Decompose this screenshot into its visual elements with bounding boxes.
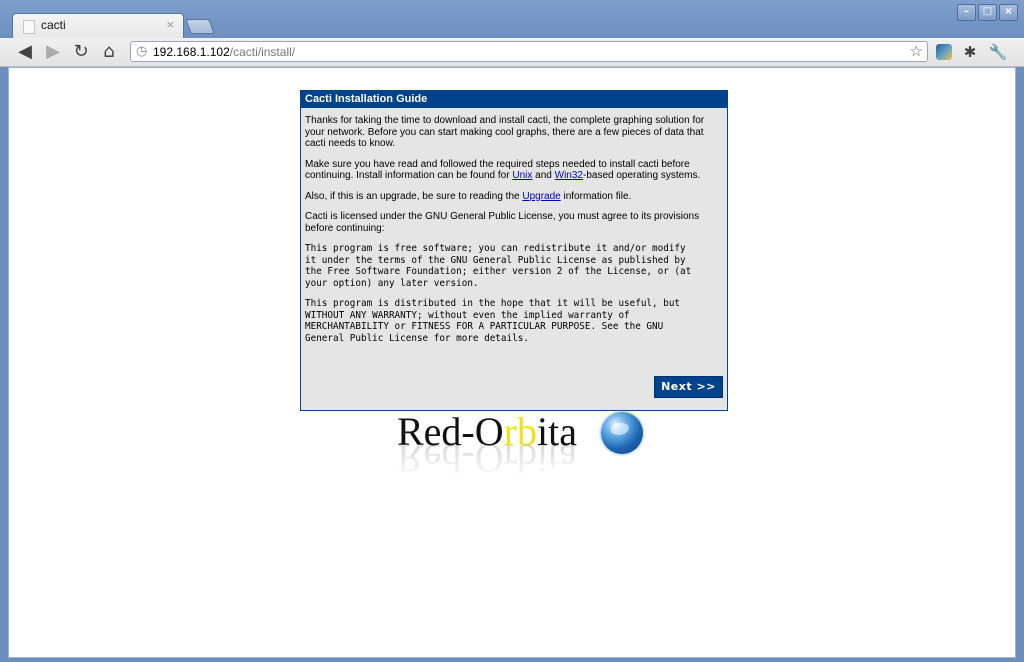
page-icon bbox=[23, 20, 35, 34]
intro-paragraph: Thanks for taking the time to download a… bbox=[305, 115, 705, 149]
close-window-button[interactable]: × bbox=[999, 4, 1018, 21]
win32-link[interactable]: Win32 bbox=[555, 170, 583, 181]
browser-toolbar: ◀ ▶ ↻ ⌂ ◷ 192.168.1.102/cacti/install/ ☆… bbox=[0, 38, 1024, 67]
install-info-paragraph: Make sure you have read and followed the… bbox=[305, 159, 723, 182]
page-content: Cacti Installation Guide Thanks for taki… bbox=[8, 67, 1016, 658]
guide-header: Cacti Installation Guide bbox=[301, 91, 727, 108]
guide-body: Thanks for taking the time to download a… bbox=[301, 108, 727, 344]
install-info-text-end: -based operating systems. bbox=[582, 170, 701, 181]
extension-icon[interactable] bbox=[936, 44, 952, 60]
url-host: 192.168.1.102 bbox=[153, 45, 230, 59]
minimize-button[interactable]: – bbox=[957, 4, 976, 21]
bug-extension-icon[interactable]: ✱ bbox=[960, 42, 980, 62]
forward-icon[interactable]: ▶ bbox=[42, 41, 64, 63]
site-info-icon[interactable]: ◷ bbox=[136, 44, 147, 59]
license-text-1: This program is free software; you can r… bbox=[305, 243, 692, 289]
url-text[interactable]: 192.168.1.102/cacti/install/ bbox=[153, 45, 295, 59]
license-intro-paragraph: Cacti is licensed under the GNU General … bbox=[305, 211, 700, 234]
upgrade-paragraph: Also, if this is an upgrade, be sure to … bbox=[305, 191, 723, 203]
back-icon[interactable]: ◀ bbox=[14, 41, 36, 63]
tab-cacti[interactable]: cacti × bbox=[12, 13, 184, 38]
bookmark-star-icon[interactable]: ☆ bbox=[910, 42, 923, 60]
url-path: /cacti/install/ bbox=[229, 45, 296, 59]
installation-guide-panel: Cacti Installation Guide Thanks for taki… bbox=[300, 90, 728, 411]
window-controls: – □ × bbox=[957, 4, 1018, 21]
reload-icon[interactable]: ↻ bbox=[70, 41, 92, 63]
logo-reflection: Red-Orbita bbox=[397, 436, 577, 481]
tab-close-icon[interactable]: × bbox=[166, 18, 175, 31]
next-button[interactable]: Next >> bbox=[654, 376, 723, 398]
upgrade-text: Also, if this is an upgrade, be sure to … bbox=[305, 190, 523, 202]
browser-window: – □ × cacti × ◀ ▶ ↻ ⌂ ◷ 192.168.1.102/ca… bbox=[0, 0, 1024, 662]
upgrade-text-end: information file. bbox=[560, 190, 632, 202]
install-info-text-and: and bbox=[532, 170, 555, 181]
wrench-icon[interactable]: 🔧 bbox=[988, 42, 1008, 62]
tab-title: cacti bbox=[41, 18, 66, 32]
home-icon[interactable]: ⌂ bbox=[98, 41, 120, 63]
unix-link[interactable]: Unix bbox=[512, 170, 532, 181]
new-tab-button[interactable] bbox=[185, 19, 215, 34]
license-text-2: This program is distributed in the hope … bbox=[305, 298, 681, 344]
address-bar[interactable]: ◷ 192.168.1.102/cacti/install/ ☆ bbox=[130, 41, 928, 62]
maximize-button[interactable]: □ bbox=[978, 4, 997, 21]
red-orbita-logo: Red-Orbita Red-Orbita bbox=[397, 408, 647, 498]
globe-icon bbox=[601, 412, 643, 454]
upgrade-link[interactable]: Upgrade bbox=[522, 191, 560, 202]
